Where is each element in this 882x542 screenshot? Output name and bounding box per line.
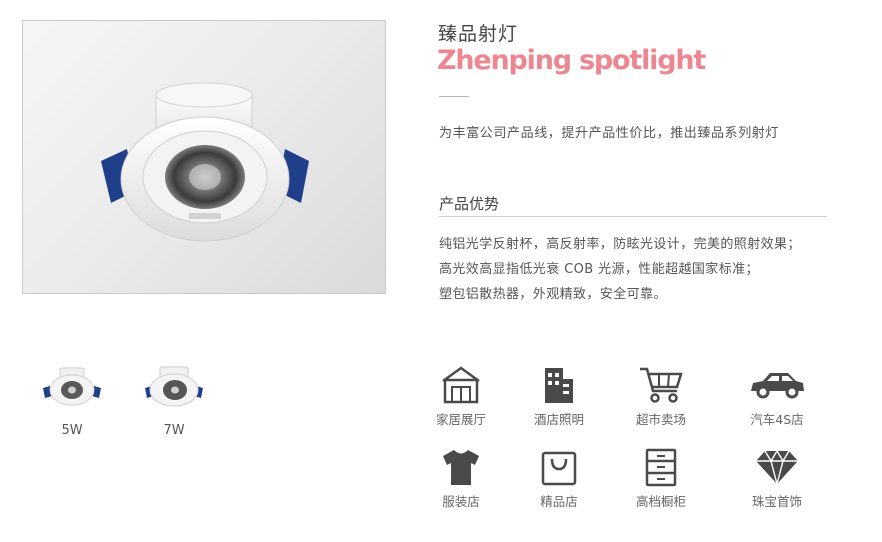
scene-home-showroom: 家居展厅 — [411, 365, 511, 428]
advantage-item: 高光效高显指低光衰 COB 光源，性能超越国家标准； — [439, 262, 759, 277]
product-intro: 为丰富公司产品线，提升产品性价比，推出臻品系列射灯 — [439, 126, 780, 141]
variant-label: 7W — [163, 423, 185, 438]
title-divider — [439, 96, 469, 97]
scene-clothing-store: 服装店 — [411, 447, 511, 510]
scene-label: 高档橱柜 — [635, 494, 686, 509]
scene-car-4s-store: 汽车4S店 — [727, 365, 827, 428]
product-title-en: Zhenping spotlight — [437, 45, 706, 76]
shopping-cart-icon — [640, 367, 683, 403]
hotel-icon — [545, 368, 573, 403]
cabinet-icon — [645, 448, 677, 487]
product-main-image — [22, 20, 386, 294]
variant-label: 5W — [61, 423, 83, 438]
house-icon — [442, 366, 480, 404]
scene-supermarket: 超市卖场 — [611, 365, 711, 428]
spotlight-image — [101, 82, 309, 242]
tshirt-icon — [443, 450, 479, 485]
scene-label: 汽车4S店 — [750, 412, 804, 427]
scene-jewelry: 珠宝首饰 — [727, 447, 827, 510]
scene-label: 家居展厅 — [435, 412, 486, 427]
advantages-list: 纯铝光学反射杯，高反射率，防眩光设计，完美的照射效果； 高光效高显指低光衰 CO… — [439, 232, 801, 307]
scene-label: 超市卖场 — [635, 412, 686, 427]
shopping-bag-icon — [541, 451, 577, 486]
scene-boutique: 精品店 — [509, 447, 609, 510]
scene-label: 珠宝首饰 — [751, 494, 802, 509]
scene-label: 服装店 — [442, 494, 480, 509]
scene-label: 精品店 — [540, 494, 578, 509]
variant-thumb-5w[interactable] — [40, 362, 104, 412]
spotlight-thumb-image — [145, 366, 203, 407]
advantage-item: 纯铝光学反射杯，高反射率，防眩光设计，完美的照射效果； — [439, 237, 801, 252]
variant-thumb-7w[interactable] — [142, 362, 206, 412]
scene-label: 酒店照明 — [533, 412, 584, 427]
spotlight-thumb-image — [43, 367, 101, 406]
advantages-heading: 产品优势 — [439, 195, 500, 213]
scene-hotel: 酒店照明 — [509, 365, 609, 428]
diamond-icon — [756, 449, 798, 487]
car-icon — [751, 373, 804, 399]
product-title-cn: 臻品射灯 — [438, 23, 519, 45]
advantage-item: 塑包铝散热器，外观精致，安全可靠。 — [439, 287, 667, 302]
scene-cabinet: 高档橱柜 — [611, 447, 711, 510]
advantages-divider — [439, 216, 827, 217]
